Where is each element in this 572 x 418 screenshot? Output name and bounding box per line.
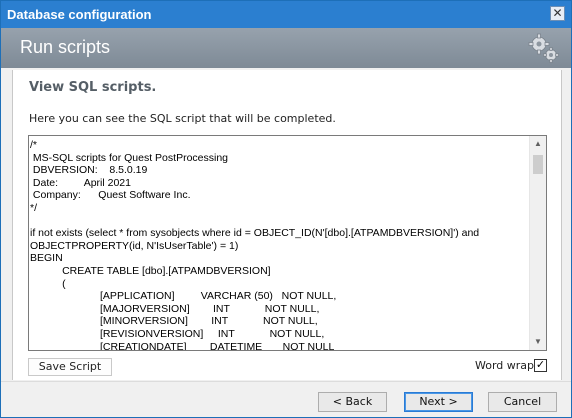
sql-script-text[interactable]: /* MS-SQL scripts for Quest PostProcessi… (29, 136, 529, 350)
database-configuration-window: Database configuration ✕ Run scripts Vie… (0, 0, 572, 418)
section-heading: View SQL scripts. (29, 80, 157, 95)
back-button[interactable]: < Back (318, 392, 387, 412)
close-icon: ✕ (552, 6, 563, 20)
window-title: Database configuration (7, 7, 152, 22)
scroll-up-arrow-icon[interactable]: ▲ (530, 136, 546, 152)
word-wrap-label: Word wrap (475, 359, 535, 372)
scroll-down-arrow-icon[interactable]: ▼ (530, 334, 546, 350)
title-bar: Database configuration ✕ (1, 1, 571, 28)
page-title: Run scripts (20, 37, 111, 57)
section-description: Here you can see the SQL script that wil… (29, 112, 336, 125)
checkmark-icon: ✓ (535, 359, 546, 371)
footer-divider (1, 381, 571, 382)
sql-script-viewer[interactable]: /* MS-SQL scripts for Quest PostProcessi… (28, 135, 547, 351)
scrollbar-thumb[interactable] (533, 155, 543, 174)
content-panel: View SQL scripts. Here you can see the S… (12, 70, 562, 380)
wizard-header: Run scripts (1, 28, 571, 68)
vertical-scrollbar[interactable]: ▲ ▼ (529, 136, 546, 350)
close-button[interactable]: ✕ (550, 6, 565, 21)
next-button[interactable]: Next > (404, 392, 473, 412)
cancel-button[interactable]: Cancel (488, 392, 557, 412)
word-wrap-checkbox[interactable]: ✓ (534, 359, 547, 372)
save-script-button[interactable]: Save Script (28, 358, 112, 376)
gears-icon (528, 33, 559, 63)
